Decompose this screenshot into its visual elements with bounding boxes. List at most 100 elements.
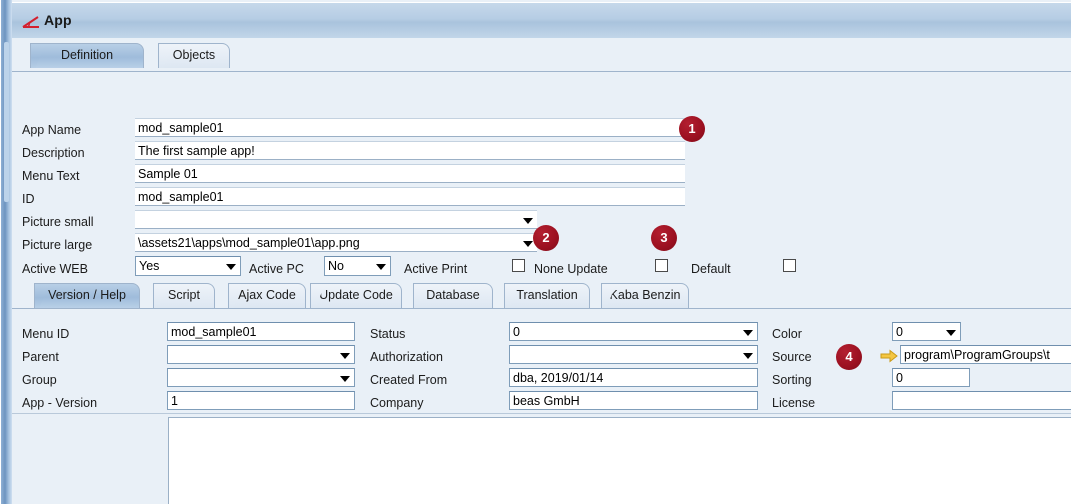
active-web-combo[interactable]: Yes: [135, 256, 241, 276]
app-name-input[interactable]: mod_sample01: [135, 118, 685, 137]
color-combo[interactable]: 0: [892, 322, 961, 341]
license-input[interactable]: [892, 391, 1071, 410]
chevron-down-icon[interactable]: [226, 264, 236, 270]
chevron-down-icon[interactable]: [340, 376, 350, 382]
tab-translation[interactable]: Translation: [504, 283, 590, 308]
color-value: 0: [896, 325, 903, 339]
chevron-down-icon[interactable]: [743, 353, 753, 359]
angle-tool-icon: [21, 14, 41, 30]
active-pc-label: Active PC: [249, 261, 304, 277]
tab-update-code-label: Update Code: [319, 288, 393, 302]
none-update-label: None Update: [534, 261, 608, 277]
tab-database-label: Database: [426, 288, 480, 302]
chevron-down-icon[interactable]: [946, 330, 956, 336]
inner-tabstrip: Version / Help Script Ajax Code Update C…: [12, 278, 1071, 310]
menu-text-input[interactable]: Sample 01: [135, 164, 685, 183]
sorting-input[interactable]: 0: [892, 368, 970, 387]
tab-objects-label: Objects: [173, 48, 215, 62]
parent-combo[interactable]: [167, 345, 355, 364]
tab-script[interactable]: Script: [153, 283, 215, 308]
menu-text-value: Sample 01: [138, 167, 198, 181]
color-label: Color: [772, 326, 802, 342]
callout-badge-1: 1: [679, 116, 705, 142]
chevron-down-icon[interactable]: [523, 218, 533, 224]
tab-objects[interactable]: Objects: [158, 43, 230, 68]
sorting-label: Sorting: [772, 372, 812, 388]
window-titlebar: App: [8, 2, 1071, 38]
tab-kaba-benzin[interactable]: Kaba Benzin: [601, 283, 689, 308]
menu-text-label: Menu Text: [22, 168, 79, 184]
tab-translation-label: Translation: [516, 288, 577, 302]
tab-ajax-code-label: Ajax Code: [238, 288, 296, 302]
company-input[interactable]: beas GmbH: [509, 391, 758, 410]
picture-large-combo[interactable]: \assets21\apps\mod_sample01\app.png: [135, 233, 537, 252]
parent-label: Parent: [22, 349, 59, 365]
authorization-combo[interactable]: [509, 345, 758, 364]
id-input[interactable]: mod_sample01: [135, 187, 685, 206]
active-pc-combo[interactable]: No: [324, 256, 391, 276]
description-label: Description: [22, 145, 85, 161]
created-from-label: Created From: [370, 372, 447, 388]
active-web-label: Active WEB: [22, 261, 88, 277]
app-version-label: App - Version: [22, 395, 97, 411]
description-value: The first sample app!: [138, 144, 255, 158]
description-input[interactable]: The first sample app!: [135, 141, 685, 160]
panel-divider: [12, 413, 1071, 414]
app-name-value: mod_sample01: [138, 121, 223, 135]
sourcecode-textarea[interactable]: [168, 417, 1071, 504]
window-title: App: [44, 12, 72, 28]
callout-badge-2: 2: [533, 225, 559, 251]
default-label: Default: [691, 261, 731, 277]
status-label: Status: [370, 326, 405, 342]
top-tabstrip-underline: [12, 71, 1071, 72]
app-version-input[interactable]: 1: [167, 391, 355, 410]
tab-ajax-code[interactable]: Ajax Code: [228, 283, 306, 308]
none-update-checkbox[interactable]: [655, 259, 668, 272]
tab-script-label: Script: [168, 288, 200, 302]
created-from-value: dba, 2019/01/14: [513, 371, 603, 385]
active-print-label: Active Print: [404, 261, 467, 277]
inner-tabstrip-underline: [12, 308, 1071, 309]
top-tabstrip: Definition Objects: [12, 38, 1071, 72]
license-label: License: [772, 395, 815, 411]
status-combo[interactable]: 0: [509, 322, 758, 341]
callout-badge-4: 4: [836, 344, 862, 370]
left-scroll-thumb[interactable]: [4, 42, 9, 202]
picture-large-label: Picture large: [22, 237, 92, 253]
company-label: Company: [370, 395, 424, 411]
app-version-value: 1: [171, 394, 178, 408]
callout-badge-3: 3: [651, 225, 677, 251]
created-from-input[interactable]: dba, 2019/01/14: [509, 368, 758, 387]
company-value: beas GmbH: [513, 394, 580, 408]
active-print-checkbox[interactable]: [512, 259, 525, 272]
tab-definition-label: Definition: [61, 48, 113, 62]
tab-update-code[interactable]: Update Code: [310, 283, 402, 308]
group-label: Group: [22, 372, 57, 388]
picture-large-value: \assets21\apps\mod_sample01\app.png: [138, 236, 360, 250]
picture-small-combo[interactable]: [135, 210, 537, 229]
tab-kaba-benzin-label: Kaba Benzin: [610, 288, 681, 302]
menu-id-label: Menu ID: [22, 326, 69, 342]
sourcecode-gutter: [12, 414, 168, 504]
chevron-down-icon[interactable]: [340, 353, 350, 359]
yellow-arrow-icon[interactable]: [880, 349, 898, 363]
default-checkbox[interactable]: [783, 259, 796, 272]
tab-version-help[interactable]: Version / Help: [34, 283, 140, 308]
app-window: App Definition Objects App Name mod_samp…: [0, 0, 1071, 504]
menu-id-value: mod_sample01: [171, 325, 256, 339]
app-name-label: App Name: [22, 122, 81, 138]
picture-small-label: Picture small: [22, 214, 94, 230]
menu-id-input[interactable]: mod_sample01: [167, 322, 355, 341]
chevron-down-icon[interactable]: [743, 330, 753, 336]
id-label: ID: [22, 191, 35, 207]
chevron-down-icon[interactable]: [376, 264, 386, 270]
chevron-down-icon[interactable]: [523, 241, 533, 247]
left-scroll-rail[interactable]: [0, 0, 12, 504]
active-pc-value: No: [328, 259, 344, 273]
source-input[interactable]: program\ProgramGroups\t: [900, 345, 1071, 364]
authorization-label: Authorization: [370, 349, 443, 365]
group-combo[interactable]: [167, 368, 355, 387]
tab-definition[interactable]: Definition: [30, 43, 144, 68]
tab-database[interactable]: Database: [413, 283, 493, 308]
id-value: mod_sample01: [138, 190, 223, 204]
